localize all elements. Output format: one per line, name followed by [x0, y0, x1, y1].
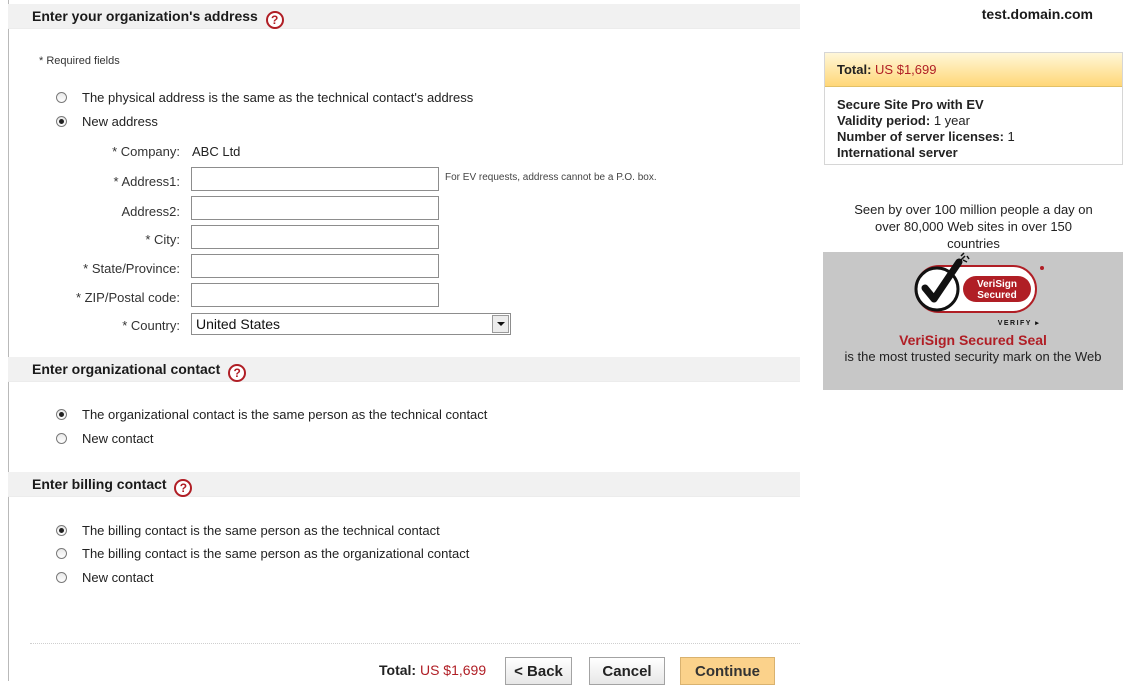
trust-line: Seen by over 100 million people a day on: [854, 202, 1093, 217]
zip-input[interactable]: [191, 283, 439, 307]
company-value: ABC Ltd: [192, 144, 241, 159]
billing-option-same-technical[interactable]: The billing contact is the same person a…: [56, 520, 440, 540]
seal-brand-text: VeriSign: [977, 279, 1017, 290]
seal-title: VeriSign Secured Seal: [899, 332, 1047, 348]
verisign-seal-panel: VeriSign Secured VERIFY ▸ VeriSign Secur…: [823, 252, 1123, 390]
domain-label: test.domain.com: [981, 6, 1093, 22]
order-summary-details: Secure Site Pro with EV Validity period:…: [825, 87, 1122, 171]
order-summary-total: Total: US $1,699: [825, 53, 1122, 87]
dropdown-button[interactable]: [492, 315, 509, 333]
zip-label: * ZIP/Postal code:: [75, 290, 180, 305]
address1-hint: For EV requests, address cannot be a P.O…: [445, 172, 657, 183]
address-option-new[interactable]: New address: [56, 111, 158, 131]
radio-button[interactable]: [56, 408, 67, 420]
state-label: * State/Province:: [83, 261, 180, 276]
radio-button[interactable]: [56, 115, 67, 127]
radio-label: The billing contact is the same person a…: [82, 545, 470, 561]
address1-label: * Address1:: [113, 174, 181, 189]
seal-secured-text: Secured: [977, 290, 1016, 301]
city-input[interactable]: [191, 225, 439, 249]
radio-button[interactable]: [56, 547, 67, 559]
required-fields-note: * Required fields: [39, 55, 120, 67]
company-label: * Company:: [112, 144, 180, 159]
radio-label: New contact: [82, 430, 154, 446]
address-section-header: Enter your organization's address ?: [8, 4, 800, 29]
summary-server-type: International server: [837, 145, 958, 160]
org-contact-option-new[interactable]: New contact: [56, 428, 154, 448]
billing-contact-section-header: Enter billing contact ?: [8, 472, 800, 497]
address-option-same-technical[interactable]: The physical address is the same as the …: [56, 87, 473, 107]
summary-licenses-label: Number of server licenses:: [837, 129, 1004, 144]
summary-total-price: US $1,699: [875, 62, 937, 77]
trust-line: countries: [947, 236, 1000, 251]
summary-validity-value: 1 year: [933, 113, 970, 128]
address-section-title: Enter your organization's address: [32, 8, 258, 24]
summary-validity-label: Validity period:: [837, 113, 931, 128]
help-icon[interactable]: ?: [174, 479, 193, 497]
radio-button[interactable]: [56, 571, 67, 583]
footer-total-label: Total:: [379, 662, 417, 678]
billing-contact-title: Enter billing contact: [32, 476, 167, 492]
trust-line: over 80,000 Web sites in over 150: [874, 219, 1073, 234]
footer-total-price: US $1,699: [419, 662, 487, 678]
radio-button[interactable]: [56, 524, 67, 536]
summary-total-label: Total:: [837, 62, 872, 77]
help-icon[interactable]: ?: [265, 11, 284, 29]
country-selected-value: United States: [196, 316, 281, 332]
radio-label: The physical address is the same as the …: [82, 89, 474, 105]
country-label: * Country:: [122, 318, 180, 333]
summary-product: Secure Site Pro with EV: [837, 97, 984, 112]
chevron-down-icon: [496, 322, 505, 326]
org-contact-section-header: Enter organizational contact ?: [8, 357, 800, 382]
order-summary-box: Total: US $1,699 Secure Site Pro with EV…: [824, 52, 1123, 165]
state-input[interactable]: [191, 254, 439, 278]
seal-verify-text: VERIFY ▸: [998, 320, 1041, 327]
radio-label: New contact: [82, 569, 154, 585]
radio-label: New address: [82, 113, 158, 129]
address1-input[interactable]: [191, 167, 439, 191]
billing-option-new[interactable]: New contact: [56, 567, 154, 587]
footer-divider: [30, 643, 800, 644]
country-select[interactable]: United States: [191, 313, 511, 335]
billing-option-same-organizational[interactable]: The billing contact is the same person a…: [56, 543, 469, 563]
trust-statement: Seen by over 100 million people a day on…: [824, 201, 1123, 252]
summary-licenses-value: 1: [1007, 129, 1015, 144]
verisign-seal-icon[interactable]: VeriSign Secured VERIFY ▸: [823, 252, 1123, 332]
radio-label: The organizational contact is the same p…: [82, 406, 488, 422]
radio-label: The billing contact is the same person a…: [82, 522, 440, 538]
radio-button[interactable]: [56, 432, 67, 444]
address2-label: Address2:: [121, 204, 180, 219]
help-icon[interactable]: ?: [228, 364, 247, 382]
footer-total: Total: US $1,699: [379, 662, 486, 678]
radio-button[interactable]: [56, 91, 67, 103]
city-label: * City:: [145, 232, 180, 247]
org-contact-option-same-technical[interactable]: The organizational contact is the same p…: [56, 404, 487, 424]
address2-input[interactable]: [191, 196, 439, 220]
org-contact-title: Enter organizational contact: [32, 361, 221, 377]
seal-description: is the most trusted security mark on the…: [844, 349, 1102, 364]
